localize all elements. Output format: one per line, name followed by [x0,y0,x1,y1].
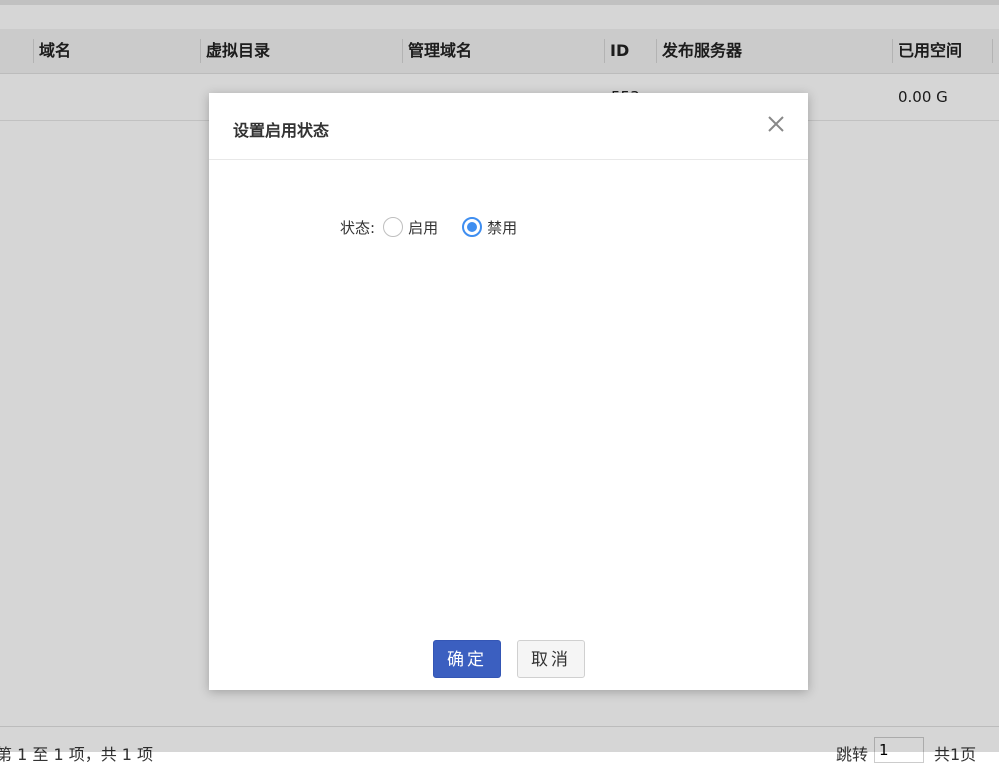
dialog-header: 设置启用状态 [209,93,808,160]
dialog-title: 设置启用状态 [233,121,330,140]
radio-option-disable[interactable]: 禁用 [462,217,517,238]
status-dialog: 设置启用状态 状态: 启用 禁用 确定 取消 [209,93,808,690]
cancel-button[interactable]: 取消 [517,640,585,678]
confirm-button[interactable]: 确定 [433,640,501,678]
radio-enable[interactable] [383,217,404,237]
radio-disable-label: 禁用 [487,218,518,237]
close-icon[interactable] [765,113,787,135]
radio-disable[interactable] [462,217,483,237]
status-field: 状态: 启用 禁用 [340,215,533,239]
radio-option-enable[interactable]: 启用 [383,217,438,238]
radio-enable-label: 启用 [408,218,439,237]
status-label: 状态: [340,218,376,237]
